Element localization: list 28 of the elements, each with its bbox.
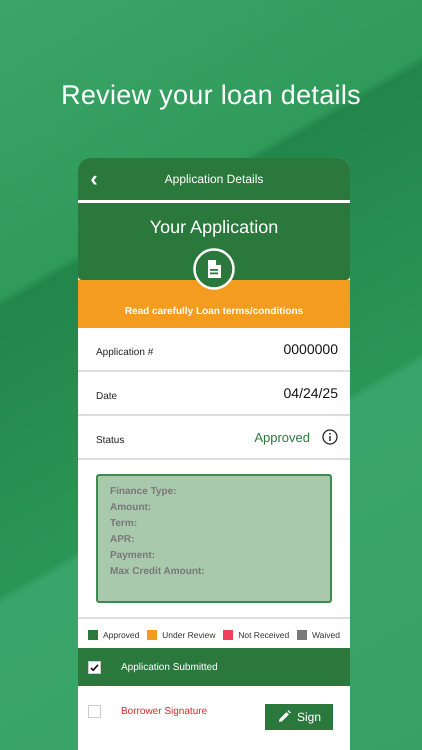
summary-label: Max Credit Amount: [110,566,206,577]
summary-label: APR: [110,534,136,545]
notice-text: Read carefully Loan terms/conditions [124,306,304,317]
headline: Review your loan details [61,80,361,111]
task-label: Application Submitted [121,662,219,672]
status-value: Approved [254,430,310,444]
summary-label: Finance Type: [110,486,178,497]
summary-label: Amount: [110,502,152,513]
summary-label: Payment: [110,550,156,561]
checkbox[interactable] [88,660,101,674]
legend-label: Under Review [162,630,216,640]
screen-title: Application Details [164,172,264,186]
field-value: 04/24/25 [284,385,338,401]
hero-title: Your Application [150,217,278,238]
back-button[interactable]: ‹ [82,167,106,191]
legend-label: Not Received [238,630,290,640]
info-icon[interactable] [322,429,338,445]
field-label: Status [96,434,126,446]
field-label: Application # [96,346,154,358]
legend-label: Waived [312,630,340,640]
sign-button[interactable]: Sign [264,704,333,730]
field-value: 0000000 [283,341,338,357]
task-label: Borrower Signature [121,706,208,716]
pencil-icon [276,710,291,724]
field-label: Date [96,390,118,402]
summary-label: Term: [110,518,138,529]
legend-label: Approved [103,630,140,640]
checkbox[interactable] [88,704,101,718]
